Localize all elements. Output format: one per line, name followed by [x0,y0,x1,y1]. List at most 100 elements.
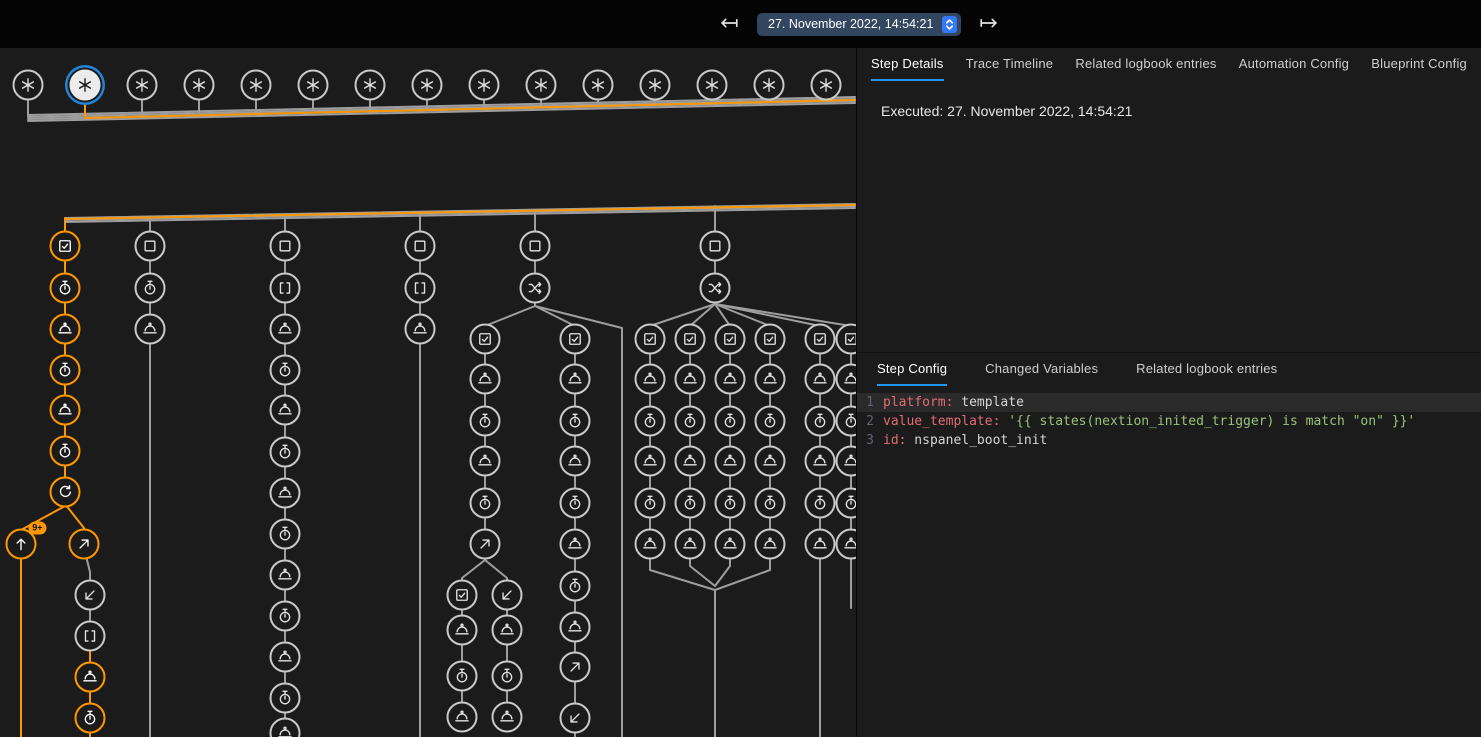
previous-run-button[interactable] [716,10,742,39]
graph-node-timer[interactable] [560,406,591,437]
tab-related-logbook-entries[interactable]: Related logbook entries [1136,353,1277,386]
graph-node-arrow-sw[interactable] [492,580,523,611]
graph-node-timer[interactable] [270,683,301,714]
graph-node-timer[interactable] [560,488,591,519]
graph-node-timer[interactable] [560,571,591,602]
tab-automation-config[interactable]: Automation Config [1239,48,1349,81]
graph-node-timer[interactable] [135,273,166,304]
graph-node-square[interactable] [270,231,301,262]
graph-node-timer[interactable] [675,488,706,519]
tab-step-details[interactable]: Step Details [871,48,944,81]
graph-node-repeat[interactable] [50,477,81,508]
graph-node-timer[interactable] [492,661,523,692]
graph-node-service[interactable] [470,364,501,395]
graph-node-service[interactable] [270,395,301,426]
graph-node-service[interactable] [447,615,478,646]
graph-node-service[interactable] [635,364,666,395]
graph-node-asterisk[interactable] [127,70,158,101]
tab-related-logbook-entries[interactable]: Related logbook entries [1075,48,1216,81]
graph-node-timer[interactable] [270,355,301,386]
graph-node-timer[interactable] [715,406,746,437]
graph-node-condition[interactable] [805,324,836,355]
graph-node-service[interactable] [635,529,666,560]
graph-node-brackets[interactable] [270,273,301,304]
graph-node-service[interactable] [560,446,591,477]
graph-node-asterisk[interactable] [412,70,443,101]
graph-node-asterisk[interactable] [640,70,671,101]
graph-node-service[interactable] [50,395,81,426]
graph-node-timer[interactable] [270,519,301,550]
graph-node-asterisk[interactable] [697,70,728,101]
graph-node-arrow-ne[interactable] [470,529,501,560]
graph-node-timer[interactable] [635,488,666,519]
graph-node-service[interactable] [470,446,501,477]
graph-node-timer[interactable] [755,406,786,437]
graph-node-condition[interactable] [560,324,591,355]
graph-node-condition[interactable] [470,324,501,355]
graph-node-service[interactable] [805,446,836,477]
graph-node-asterisk[interactable] [355,70,386,101]
tab-changed-variables[interactable]: Changed Variables [985,353,1098,386]
graph-node-condition[interactable] [447,580,478,611]
graph-node-service[interactable] [715,529,746,560]
graph-node-timer[interactable] [75,703,106,734]
graph-node-service[interactable] [805,529,836,560]
graph-node-asterisk[interactable] [526,70,557,101]
graph-node-service[interactable] [715,364,746,395]
graph-node-brackets[interactable] [405,273,436,304]
graph-node-asterisk[interactable] [70,70,101,101]
graph-node-service[interactable] [405,314,436,345]
graph-node-condition[interactable] [635,324,666,355]
graph-node-asterisk[interactable] [241,70,272,101]
graph-node-choose[interactable] [520,273,551,304]
graph-node-condition[interactable] [755,324,786,355]
graph-node-square[interactable] [700,231,731,262]
run-select[interactable]: 27. November 2022, 14:54:21 [757,13,961,36]
graph-node-timer[interactable] [270,601,301,632]
graph-node-timer[interactable] [447,661,478,692]
graph-node-arrow-ne[interactable] [69,529,100,560]
graph-node-condition[interactable] [50,231,81,262]
graph-node-timer[interactable] [635,406,666,437]
graph-node-service[interactable] [635,446,666,477]
graph-node-timer[interactable] [715,488,746,519]
graph-node-timer[interactable] [470,406,501,437]
graph-node-choose[interactable] [700,273,731,304]
graph-node-service[interactable] [805,364,836,395]
graph-node-timer[interactable] [50,355,81,386]
graph-node-condition[interactable] [715,324,746,355]
graph-node-brackets[interactable] [75,621,106,652]
graph-node-service[interactable] [755,529,786,560]
graph-node-service[interactable] [270,478,301,509]
graph-node-service[interactable] [50,314,81,345]
graph-node-asterisk[interactable] [811,70,842,101]
graph-node-timer[interactable] [675,406,706,437]
graph-node-service[interactable] [270,314,301,345]
graph-node-arrow-sw[interactable] [75,580,106,611]
graph-node-square[interactable] [405,231,436,262]
graph-node-timer[interactable] [470,488,501,519]
graph-node-condition[interactable] [675,324,706,355]
graph-node-asterisk[interactable] [754,70,785,101]
graph-node-asterisk[interactable] [583,70,614,101]
graph-node-service[interactable] [270,642,301,673]
graph-node-timer[interactable] [755,488,786,519]
tab-blueprint-config[interactable]: Blueprint Config [1371,48,1467,81]
graph-node-timer[interactable] [805,406,836,437]
graph-node-timer[interactable] [270,437,301,468]
graph-node-square[interactable] [135,231,166,262]
graph-node-service[interactable] [755,446,786,477]
graph-node-service[interactable] [675,364,706,395]
graph-node-service[interactable] [135,314,166,345]
next-run-button[interactable] [976,10,1002,39]
graph-node-square[interactable] [520,231,551,262]
graph-node-service[interactable] [560,364,591,395]
tab-trace-timeline[interactable]: Trace Timeline [966,48,1054,81]
graph-node-service[interactable] [675,529,706,560]
graph-node-timer[interactable] [805,488,836,519]
graph-node-service[interactable] [715,446,746,477]
graph-node-service[interactable] [675,446,706,477]
graph-node-arrow-ne[interactable] [560,652,591,683]
graph-node-service[interactable] [560,529,591,560]
graph-node-service[interactable] [492,615,523,646]
